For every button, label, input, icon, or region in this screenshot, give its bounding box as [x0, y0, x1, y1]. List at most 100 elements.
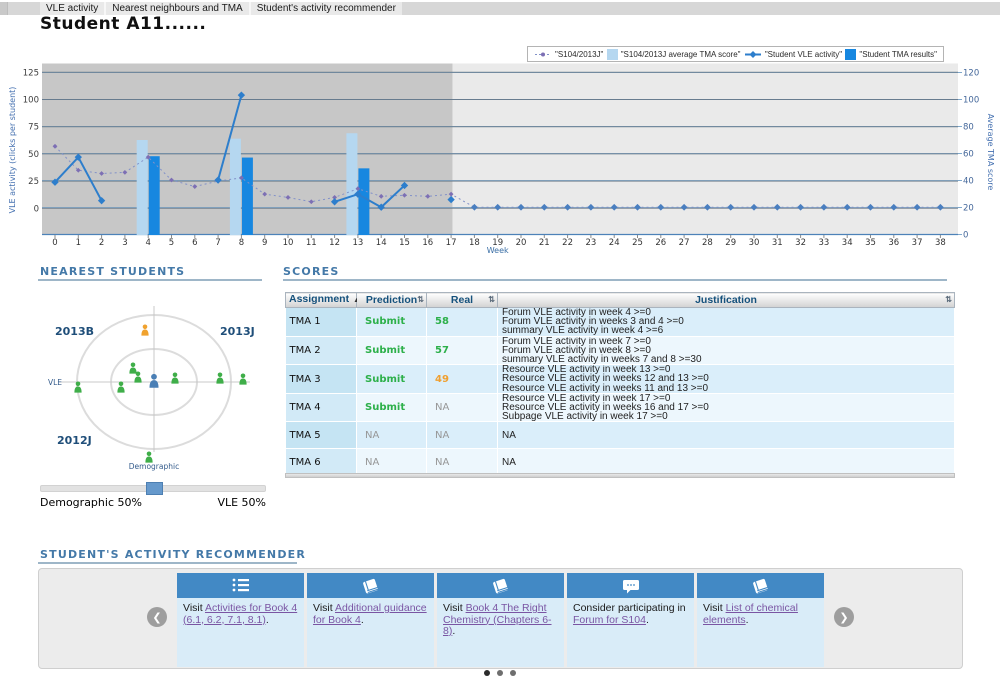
nearest-students-plot: 2013B2013J2012JVLEDemographic: [30, 288, 280, 483]
justification-cell: NA: [498, 422, 955, 449]
page-title: Student A11......: [40, 14, 206, 34]
sort-icon: ⇅: [488, 295, 495, 305]
card-header: [697, 573, 824, 598]
sort-icon: ⇅: [417, 295, 424, 305]
svg-text:0: 0: [52, 238, 57, 248]
svg-text:0: 0: [963, 231, 968, 241]
real-cell: NA: [427, 393, 498, 422]
svg-text:VLE activity (clicks per stude: VLE activity (clicks per student): [8, 87, 17, 214]
svg-text:60: 60: [963, 150, 974, 160]
svg-text:VLE: VLE: [48, 378, 62, 387]
svg-text:0: 0: [34, 204, 39, 214]
svg-text:18: 18: [469, 238, 480, 248]
real-cell: 58: [427, 308, 498, 337]
book-icon: [491, 577, 511, 595]
justification-cell: Resource VLE activity in week 17 >=0 Res…: [498, 393, 955, 422]
svg-text:30: 30: [749, 238, 760, 248]
card-link[interactable]: Forum for S104: [573, 614, 646, 626]
assignment-cell: TMA 5: [286, 422, 357, 449]
svg-text:75: 75: [28, 123, 39, 133]
legend-item-student-vle[interactable]: "Student VLE activity": [744, 50, 842, 59]
justification-cell: Forum VLE activity in week 4 >=0 Forum V…: [498, 308, 955, 337]
pagination-dot[interactable]: [510, 670, 516, 676]
carousel-next-button[interactable]: ❯: [834, 607, 854, 627]
column-header-assignment[interactable]: Assignment▲: [286, 293, 357, 308]
svg-text:120: 120: [963, 69, 979, 79]
chart-legend: "S104/2013J" "S104/2013J average TMA sco…: [527, 46, 944, 62]
recommendation-card: Visit Activities for Book 4 (6.1, 6.2, 7…: [177, 573, 304, 667]
pagination-dot[interactable]: [484, 670, 490, 676]
svg-text:22: 22: [562, 238, 573, 248]
legend-item-avg-tma[interactable]: "S104/2013J average TMA score": [607, 49, 741, 60]
svg-text:11: 11: [306, 238, 317, 248]
nearest-students-heading: NEAREST STUDENTS: [40, 265, 185, 278]
card-text: Visit List of chemical elements.: [697, 598, 824, 631]
prediction-cell: Submit: [357, 393, 427, 422]
real-cell: NA: [427, 449, 498, 476]
carousel-prev-button[interactable]: ❮: [147, 607, 167, 627]
svg-text:2013B: 2013B: [55, 325, 94, 338]
blue-square-icon: [845, 49, 856, 60]
svg-text:Week: Week: [487, 246, 509, 255]
card-header: [567, 573, 694, 598]
scores-heading: SCORES: [283, 265, 339, 278]
column-header-justification[interactable]: Justification⇅: [498, 293, 955, 308]
svg-text:15: 15: [399, 238, 410, 248]
card-header: [307, 573, 434, 598]
svg-text:2013J: 2013J: [220, 325, 255, 338]
card-text: Visit Book 4 The Right Chemistry (Chapte…: [437, 598, 564, 643]
justification-cell: Resource VLE activity in week 13 >=0 Res…: [498, 365, 955, 394]
prediction-cell: NA: [357, 422, 427, 449]
sort-icon: ⇅: [945, 295, 952, 305]
recommender-rule: [38, 562, 297, 564]
svg-text:125: 125: [23, 68, 39, 78]
svg-text:3: 3: [122, 238, 127, 248]
book-icon: [751, 577, 771, 595]
svg-text:25: 25: [28, 177, 39, 187]
svg-text:2012J: 2012J: [57, 434, 92, 447]
weight-slider-handle[interactable]: [146, 482, 163, 495]
svg-text:1: 1: [76, 238, 81, 248]
prediction-cell: NA: [357, 449, 427, 476]
svg-text:50: 50: [28, 150, 39, 160]
svg-text:31: 31: [772, 238, 783, 248]
svg-text:28: 28: [702, 238, 713, 248]
recommendation-card: Consider participating in Forum for S104…: [567, 573, 694, 667]
svg-text:2: 2: [99, 238, 104, 248]
justification-cell: NA: [498, 449, 955, 476]
svg-text:38: 38: [935, 238, 946, 248]
legend-item-student-tma[interactable]: "Student TMA results": [845, 49, 937, 60]
prediction-cell: Submit: [357, 336, 427, 365]
assignment-cell: TMA 2: [286, 336, 357, 365]
svg-text:100: 100: [23, 96, 39, 106]
svg-text:16: 16: [422, 238, 433, 248]
assignment-cell: TMA 1: [286, 308, 357, 337]
pagination-dot[interactable]: [497, 670, 503, 676]
card-header: [437, 573, 564, 598]
legend-item-cohort-vle[interactable]: "S104/2013J": [534, 50, 603, 59]
real-cell: NA: [427, 422, 498, 449]
svg-text:23: 23: [585, 238, 596, 248]
recommender-heading: STUDENT'S ACTIVITY RECOMMENDER: [40, 548, 306, 561]
svg-text:34: 34: [842, 238, 853, 248]
scores-table: Assignment▲ Prediction⇅ Real⇅ Justificat…: [285, 292, 955, 476]
column-header-prediction[interactable]: Prediction⇅: [357, 293, 427, 308]
blue-line-marker-icon: [744, 50, 762, 59]
svg-text:17: 17: [446, 238, 457, 248]
svg-text:25: 25: [632, 238, 643, 248]
assignment-cell: TMA 4: [286, 393, 357, 422]
column-header-real[interactable]: Real⇅: [427, 293, 498, 308]
svg-text:20: 20: [516, 238, 527, 248]
prediction-cell: Submit: [357, 308, 427, 337]
svg-text:5: 5: [169, 238, 174, 248]
tab-students-activity-recommender[interactable]: Student's activity recommender: [249, 2, 402, 15]
svg-text:40: 40: [963, 177, 974, 187]
card-header: [177, 573, 304, 598]
card-text: Visit Activities for Book 4 (6.1, 6.2, 7…: [177, 598, 304, 631]
svg-text:80: 80: [963, 123, 974, 133]
svg-text:4: 4: [145, 238, 150, 248]
svg-text:14: 14: [376, 238, 387, 248]
recommendation-card: Visit Book 4 The Right Chemistry (Chapte…: [437, 573, 564, 667]
svg-text:7: 7: [215, 238, 220, 248]
svg-text:9: 9: [262, 238, 267, 248]
